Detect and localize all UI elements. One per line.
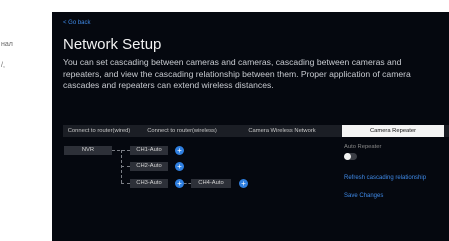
connector-line	[184, 183, 191, 184]
add-camera-icon[interactable]: +	[175, 146, 184, 155]
tab-connect-router-wireless[interactable]: Connect to router(wireless)	[138, 125, 226, 137]
connector-line	[121, 183, 130, 184]
refresh-cascading-link[interactable]: Refresh cascading relationship	[344, 175, 426, 181]
add-camera-icon[interactable]: +	[175, 179, 184, 188]
camera-node-ch1[interactable]: CH1-Auto	[130, 146, 168, 155]
tab-connect-router-wired[interactable]: Connect to router(wired)	[63, 125, 135, 137]
go-back-link[interactable]: < Go back	[63, 20, 91, 26]
tab-bar: Connect to router(wired) Connect to rout…	[63, 125, 449, 137]
network-setup-screen: < Go back Network Setup You can set casc…	[52, 12, 449, 241]
background-window-strip: нал /,	[0, 0, 52, 241]
auto-repeater-toggle[interactable]	[344, 153, 357, 160]
page-title: Network Setup	[63, 36, 162, 53]
background-text-1: нал	[1, 41, 13, 48]
tab-camera-wireless-network[interactable]: Camera Wireless Network	[227, 125, 337, 137]
toggle-knob	[344, 153, 351, 160]
add-camera-icon[interactable]: +	[175, 162, 184, 171]
tab-camera-repeater[interactable]: Camera Repeater	[342, 125, 444, 137]
page-description: You can set cascading between cameras an…	[63, 57, 411, 90]
camera-node-ch2[interactable]: CH2-Auto	[130, 162, 168, 171]
camera-node-ch3[interactable]: CH3-Auto	[130, 179, 168, 188]
connector-line	[121, 166, 130, 167]
background-text-2: /,	[1, 62, 5, 69]
nvr-node: NVR	[64, 146, 112, 155]
camera-node-ch4[interactable]: CH4-Auto	[191, 179, 231, 188]
add-camera-icon[interactable]: +	[239, 179, 248, 188]
auto-repeater-label: Auto Repeater	[344, 144, 382, 150]
save-changes-link[interactable]: Save Changes	[344, 193, 383, 199]
